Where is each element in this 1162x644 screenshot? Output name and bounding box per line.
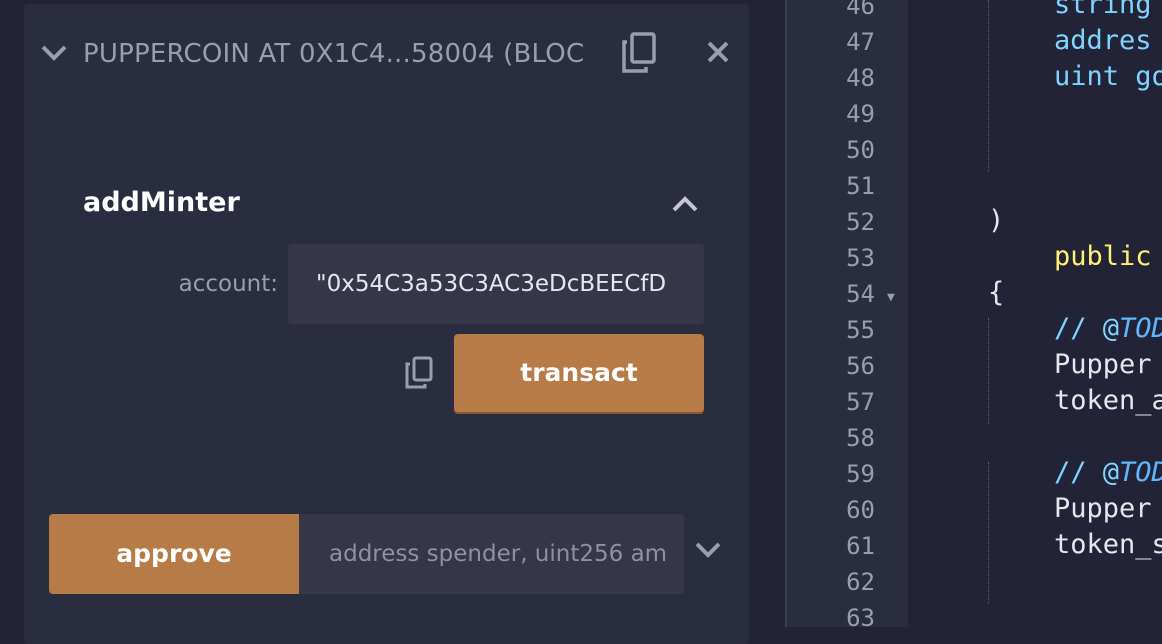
- code-line: ): [988, 205, 1005, 236]
- code-line: {: [988, 277, 1005, 308]
- indent-guide: [988, 0, 989, 172]
- line-number: 62: [846, 568, 875, 596]
- line-number: 46: [846, 0, 875, 20]
- function-name: addMinter: [83, 187, 240, 218]
- account-label: account:: [178, 271, 278, 297]
- code-line: string: [1054, 0, 1162, 20]
- contract-header[interactable]: PUPPERCOIN AT 0X1C4...58004 (BLOC: [24, 4, 749, 104]
- line-number: 63: [846, 604, 875, 632]
- line-number: 50: [846, 136, 875, 164]
- code-line: // @TOD: [1054, 457, 1162, 488]
- line-number: 51: [846, 172, 875, 200]
- run-panel: PUPPERCOIN AT 0X1C4...58004 (BLOC addMin…: [0, 0, 785, 644]
- fold-arrow-icon[interactable]: ▼: [887, 290, 895, 305]
- line-number: 60: [846, 496, 875, 524]
- line-number: 57: [846, 388, 875, 416]
- contract-title: PUPPERCOIN AT 0X1C4...58004 (BLOC: [83, 39, 585, 69]
- chevron-down-icon[interactable]: [40, 44, 68, 62]
- approve-button[interactable]: approve: [49, 514, 299, 594]
- indent-guide: [988, 318, 989, 424]
- line-number: 59: [846, 460, 875, 488]
- line-number: 58: [846, 424, 875, 452]
- line-number: 52: [846, 208, 875, 236]
- code-line: Pupper: [1054, 493, 1152, 524]
- account-input[interactable]: "0x54C3a53C3AC3eDcBEECfD: [288, 244, 704, 324]
- code-line: addres: [1054, 25, 1152, 56]
- transact-button[interactable]: transact: [454, 334, 704, 412]
- copy-icon[interactable]: [620, 32, 658, 74]
- copy-calldata-icon[interactable]: [404, 356, 434, 390]
- line-number: 53: [846, 244, 875, 272]
- line-number-gutter: ▼ 46 47 48 49 50 51 52 53 54 55 56 57 58 59 60 61 62 63: [787, 0, 908, 632]
- chevron-up-icon[interactable]: [671, 195, 699, 213]
- line-number: 48: [846, 64, 875, 92]
- code-line: public: [1054, 241, 1152, 272]
- code-line: token_s: [1054, 529, 1162, 560]
- line-number: 61: [846, 532, 875, 560]
- line-number: 56: [846, 352, 875, 380]
- approve-params-input[interactable]: address spender, uint256 am: [299, 514, 684, 594]
- chevron-down-icon[interactable]: [694, 541, 722, 559]
- code-editor[interactable]: string addres uint go) public { // @TOD Puppe…: [908, 0, 1162, 627]
- line-number: 49: [846, 100, 875, 128]
- close-icon[interactable]: [706, 40, 730, 64]
- code-line: // @TOD: [1054, 313, 1162, 344]
- line-number: 55: [846, 316, 875, 344]
- code-line: token_a: [1054, 385, 1162, 416]
- line-number: 47: [846, 28, 875, 56]
- code-line: Pupper: [1054, 349, 1152, 380]
- indent-guide: [988, 462, 989, 604]
- deployed-contract-card: PUPPERCOIN AT 0X1C4...58004 (BLOC addMin…: [24, 4, 749, 644]
- code-line: uint go: [1054, 61, 1162, 92]
- line-number: 54: [846, 280, 875, 308]
